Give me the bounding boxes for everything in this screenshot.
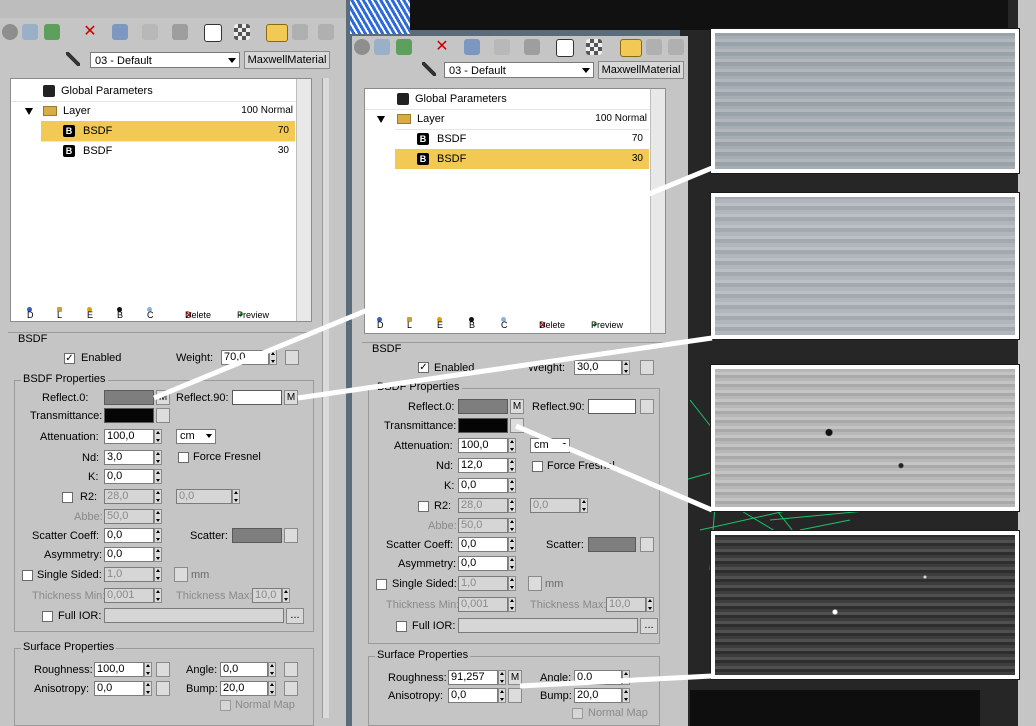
connector-lines	[153, 165, 713, 689]
